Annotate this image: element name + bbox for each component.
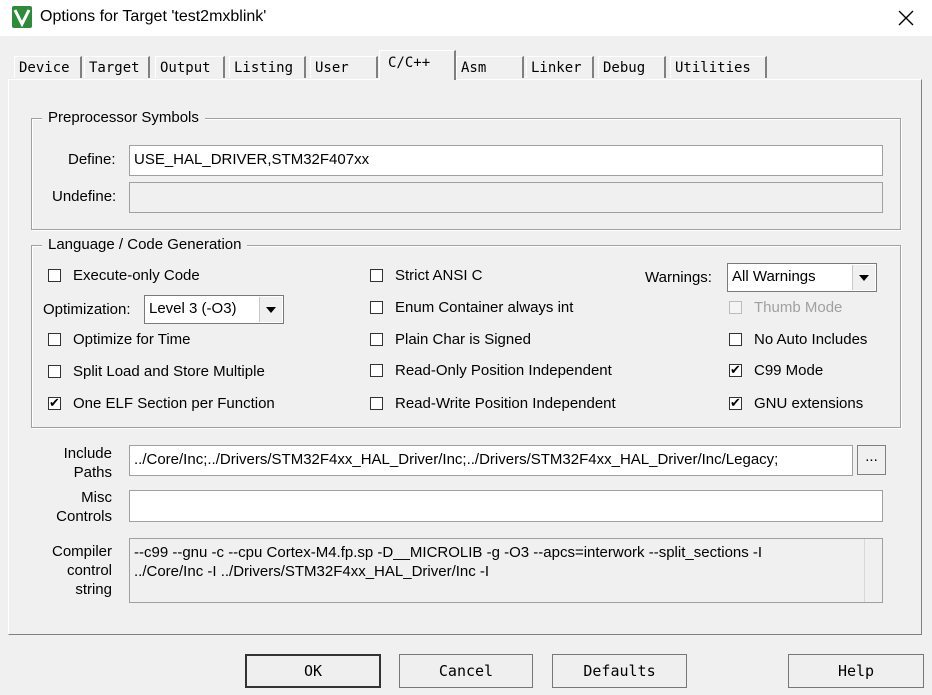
one-elf-checkbox[interactable]: ✔ One ELF Section per Function <box>48 395 275 412</box>
plain-char-checkbox[interactable]: Plain Char is Signed <box>370 331 531 348</box>
gnu-extensions-checkbox[interactable]: ✔ GNU extensions <box>729 395 863 412</box>
gnu-extensions-box[interactable]: ✔ <box>729 395 742 410</box>
ro-pi-checkbox[interactable]: Read-Only Position Independent <box>370 362 612 379</box>
keil-uvision-icon <box>12 6 32 28</box>
preprocessor-group-title: Preprocessor Symbols <box>42 109 205 126</box>
help-button[interactable]: Help <box>788 654 924 688</box>
plain-char-box[interactable] <box>370 333 383 346</box>
no-auto-includes-box[interactable] <box>729 333 742 346</box>
tab-debug[interactable]: Debug <box>598 56 666 78</box>
optimization-value: Level 3 (-O3) <box>149 300 237 317</box>
close-icon <box>898 10 914 26</box>
undefine-label: Undefine: <box>52 188 117 205</box>
warnings-label: Warnings: <box>645 269 712 286</box>
warnings-select[interactable]: All Warnings <box>727 263 877 292</box>
tab-utilities[interactable]: Utilities <box>670 56 767 78</box>
tab-linker[interactable]: Linker <box>526 56 594 78</box>
tab-strip: Device Target Output Listing User C/C++ … <box>0 50 932 80</box>
vertical-scrollbar[interactable] <box>864 539 882 602</box>
optimization-select[interactable]: Level 3 (-O3) <box>144 295 284 324</box>
defaults-button[interactable]: Defaults <box>552 654 687 688</box>
optimization-label: Optimization: <box>43 301 131 318</box>
tab-c-cpp[interactable]: C/C++ <box>379 50 456 80</box>
enum-container-checkbox[interactable]: Enum Container always int <box>370 299 573 316</box>
ro-pi-box[interactable] <box>370 364 383 377</box>
no-auto-includes-checkbox[interactable]: No Auto Includes <box>729 331 867 348</box>
browse-button[interactable]: ... <box>857 445 886 475</box>
split-load-checkbox[interactable]: Split Load and Store Multiple <box>48 363 265 380</box>
checkmark-icon: ✔ <box>730 362 741 377</box>
window-title: Options for Target 'test2mxblink' <box>40 8 267 25</box>
tab-user[interactable]: User <box>310 56 378 78</box>
rw-pi-checkbox[interactable]: Read-Write Position Independent <box>370 395 616 412</box>
tab-output[interactable]: Output <box>155 56 225 78</box>
compiler-string-textarea[interactable]: --c99 --gnu -c --cpu Cortex-M4.fp.sp -D_… <box>129 538 883 603</box>
strict-ansi-box[interactable] <box>370 269 383 282</box>
language-group-title: Language / Code Generation <box>42 236 248 253</box>
optimize-time-checkbox[interactable]: Optimize for Time <box>48 331 191 348</box>
rw-pi-box[interactable] <box>370 397 383 410</box>
checkmark-icon: ✔ <box>730 395 741 410</box>
close-button[interactable] <box>886 2 926 34</box>
define-label: Define: <box>68 151 116 168</box>
chevron-down-icon[interactable] <box>259 297 282 322</box>
compiler-string-line2: ../Core/Inc -I ../Drivers/STM32F4xx_HAL_… <box>134 563 490 580</box>
checkmark-icon: ✔ <box>49 395 60 410</box>
title-bar: Options for Target 'test2mxblink' <box>0 0 932 36</box>
include-paths-label: Include Paths <box>63 445 112 481</box>
chevron-down-icon[interactable] <box>852 265 875 290</box>
include-paths-input[interactable]: ../Core/Inc;../Drivers/STM32F4xx_HAL_Dri… <box>129 445 853 476</box>
thumb-mode-checkbox: Thumb Mode <box>729 299 842 316</box>
tab-target[interactable]: Target <box>84 56 150 78</box>
cancel-button[interactable]: Cancel <box>399 654 533 688</box>
tab-device[interactable]: Device <box>14 56 82 78</box>
thumb-mode-box <box>729 301 742 314</box>
warnings-value: All Warnings <box>732 268 816 285</box>
misc-controls-input[interactable] <box>129 490 883 522</box>
execute-only-checkbox[interactable]: Execute-only Code <box>48 267 200 284</box>
optimize-time-box[interactable] <box>48 333 61 346</box>
define-input[interactable]: USE_HAL_DRIVER,STM32F407xx <box>129 145 883 176</box>
split-load-box[interactable] <box>48 365 61 378</box>
c99-mode-box[interactable]: ✔ <box>729 362 742 377</box>
one-elf-box[interactable]: ✔ <box>48 395 61 410</box>
strict-ansi-checkbox[interactable]: Strict ANSI C <box>370 267 483 284</box>
compiler-string-label: Compiler control string <box>51 543 112 598</box>
misc-controls-label: Misc Controls <box>56 489 112 525</box>
execute-only-box[interactable] <box>48 269 61 282</box>
enum-container-box[interactable] <box>370 301 383 314</box>
ok-button[interactable]: OK <box>245 654 381 688</box>
tab-listing[interactable]: Listing <box>229 56 306 78</box>
c99-mode-checkbox[interactable]: ✔ C99 Mode <box>729 362 823 379</box>
undefine-input[interactable] <box>129 182 883 213</box>
compiler-string-line1: --c99 --gnu -c --cpu Cortex-M4.fp.sp -D_… <box>134 544 763 561</box>
tab-asm[interactable]: Asm <box>456 56 524 78</box>
